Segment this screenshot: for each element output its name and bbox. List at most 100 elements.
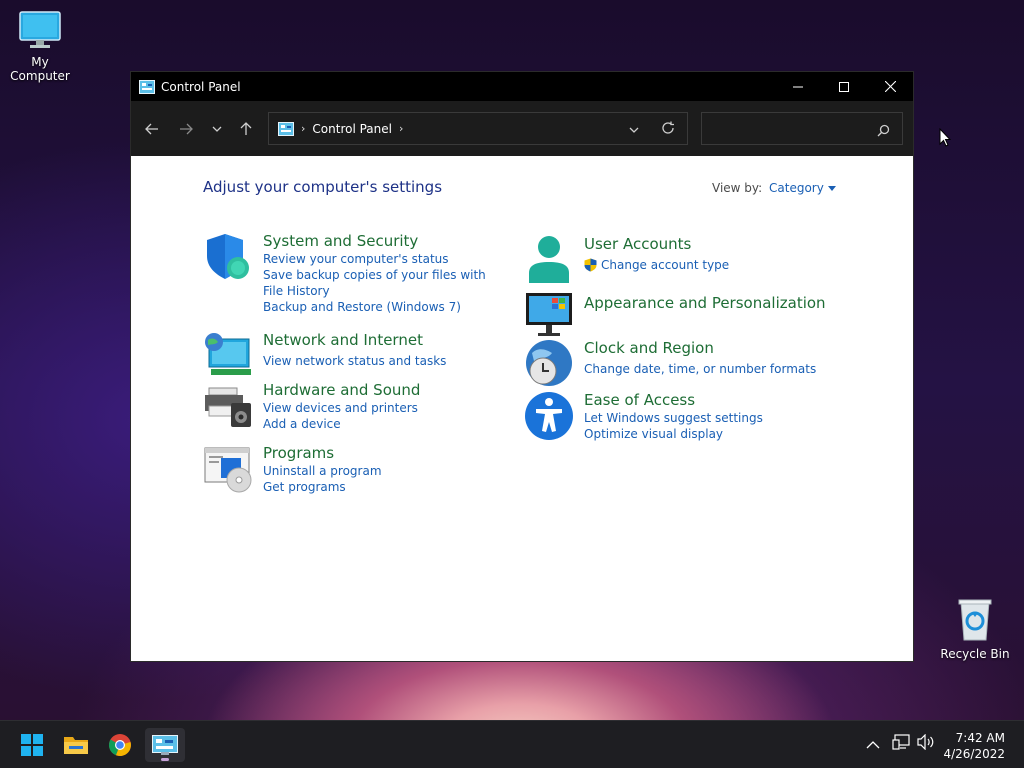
navigation-bar: › Control Panel › <box>131 101 913 156</box>
page-title: Adjust your computer's settings <box>203 178 443 196</box>
clock-date: 4/26/2022 <box>943 747 1005 761</box>
clock-globe-icon <box>526 340 572 386</box>
shield-icon <box>207 234 249 279</box>
category-link[interactable]: Optimize visual display <box>584 426 844 442</box>
taskbar: 7:42 AM 4/26/2022 <box>0 720 1024 768</box>
taskbar-control-panel[interactable] <box>145 728 185 762</box>
desktop-icon-my-computer[interactable]: My Computer <box>0 10 80 83</box>
address-dropdown-button[interactable] <box>629 122 639 136</box>
arrow-left-icon <box>145 123 158 135</box>
control-panel-icon <box>152 735 178 755</box>
desktop-icon-label: Recycle Bin <box>940 647 1010 661</box>
address-bar[interactable]: › Control Panel › <box>268 112 688 145</box>
search-input[interactable] <box>701 112 903 145</box>
volume-tray-button[interactable] <box>917 733 935 754</box>
category-link[interactable]: Review your computer's status <box>263 251 493 267</box>
monitor-icon <box>526 293 572 336</box>
network-tray-button[interactable] <box>892 734 910 754</box>
arrow-up-icon <box>240 122 252 135</box>
volume-icon <box>917 733 934 751</box>
minimize-icon <box>793 86 803 87</box>
chevron-down-icon <box>629 127 639 133</box>
category-user-accounts: User Accounts Change account type <box>524 235 854 287</box>
back-button[interactable] <box>143 120 161 138</box>
file-explorer-icon <box>64 737 88 754</box>
search-icon <box>877 122 890 141</box>
clock-time: 7:42 AM <box>955 731 1005 745</box>
start-button[interactable] <box>12 728 52 762</box>
breadcrumb-separator-icon[interactable]: › <box>399 122 403 135</box>
title-bar[interactable]: Control Panel <box>131 72 913 101</box>
category-link[interactable]: Change date, time, or number formats <box>584 361 844 377</box>
category-title[interactable]: Hardware and Sound <box>263 381 493 400</box>
view-by-dropdown[interactable]: Category <box>769 181 836 195</box>
category-title[interactable]: Ease of Access <box>584 391 844 410</box>
active-indicator <box>161 758 169 761</box>
uac-shield-icon <box>584 258 597 272</box>
control-panel-icon <box>139 79 155 94</box>
caret-down-icon <box>827 186 836 191</box>
category-link[interactable]: Backup and Restore (Windows 7) <box>263 299 493 315</box>
close-icon <box>884 81 896 92</box>
minimize-button[interactable] <box>775 72 821 101</box>
category-link[interactable]: Uninstall a program <box>263 463 493 479</box>
up-button[interactable] <box>237 120 255 138</box>
view-by-label: View by: <box>712 181 763 195</box>
category-link[interactable]: View network status and tasks <box>263 353 493 369</box>
control-panel-icon <box>278 121 294 136</box>
category-link[interactable]: Save backup copies of your files with Fi… <box>263 267 493 299</box>
category-title[interactable]: Clock and Region <box>584 339 844 358</box>
taskbar-chrome[interactable] <box>100 728 140 762</box>
control-panel-content: Adjust your computer's settings View by:… <box>131 156 913 661</box>
control-panel-window: Control Panel › Control Panel › Adjust y… <box>130 71 914 662</box>
forward-button[interactable] <box>177 120 195 138</box>
user-icon <box>529 236 569 283</box>
computer-icon <box>19 11 61 48</box>
accessibility-icon <box>525 392 573 440</box>
chevron-up-icon <box>866 741 880 749</box>
refresh-button[interactable] <box>661 121 675 138</box>
category-appearance: Appearance and Personalization <box>524 289 854 339</box>
network-globe-icon <box>205 333 251 375</box>
desktop-icon-label: My Computer <box>10 55 70 83</box>
category-title[interactable]: System and Security <box>263 232 493 251</box>
category-hardware-sound: Hardware and Sound View devices and prin… <box>203 381 503 436</box>
programs-disc-icon <box>204 447 252 493</box>
category-link[interactable]: Let Windows suggest settings <box>584 410 844 426</box>
recycle-bin-icon <box>958 599 992 641</box>
category-title[interactable]: Network and Internet <box>263 331 493 350</box>
maximize-icon <box>839 81 849 92</box>
breadcrumb-control-panel[interactable]: Control Panel <box>312 122 392 136</box>
taskbar-clock[interactable]: 7:42 AM 4/26/2022 <box>943 730 1005 762</box>
network-icon <box>892 734 910 750</box>
close-button[interactable] <box>867 72 913 101</box>
category-link[interactable]: Get programs <box>263 479 493 495</box>
category-link[interactable]: Change account type <box>584 257 844 273</box>
show-hidden-icons-button[interactable] <box>866 735 880 754</box>
recent-locations-button[interactable] <box>208 120 226 138</box>
category-network-internet: Network and Internet View network status… <box>203 331 503 381</box>
taskbar-file-explorer[interactable] <box>56 728 96 762</box>
category-link[interactable]: View devices and printers <box>263 400 493 416</box>
start-icon <box>21 734 43 756</box>
refresh-icon <box>662 121 674 134</box>
category-link-label: Change account type <box>601 258 730 272</box>
category-link[interactable]: Add a device <box>263 416 493 432</box>
view-by-value: Category <box>769 181 824 195</box>
category-title[interactable]: Programs <box>263 444 493 463</box>
category-programs: Programs Uninstall a program Get program… <box>203 444 503 499</box>
printer-speaker-icon <box>205 387 251 427</box>
chrome-icon <box>108 734 131 757</box>
window-title: Control Panel <box>161 79 241 94</box>
category-title[interactable]: Appearance and Personalization <box>584 294 844 313</box>
category-clock-region: Clock and Region Change date, time, or n… <box>524 339 854 389</box>
arrow-right-icon <box>180 123 193 135</box>
mouse-cursor-icon <box>939 128 951 147</box>
maximize-button[interactable] <box>821 72 867 101</box>
breadcrumb-separator-icon[interactable]: › <box>301 122 305 135</box>
chevron-down-icon <box>212 126 222 132</box>
category-system-security: System and Security Review your computer… <box>203 232 503 315</box>
category-title[interactable]: User Accounts <box>584 235 844 254</box>
desktop-icon-recycle-bin[interactable]: Recycle Bin <box>935 598 1015 661</box>
category-ease-of-access: Ease of Access Let Windows suggest setti… <box>524 391 854 441</box>
